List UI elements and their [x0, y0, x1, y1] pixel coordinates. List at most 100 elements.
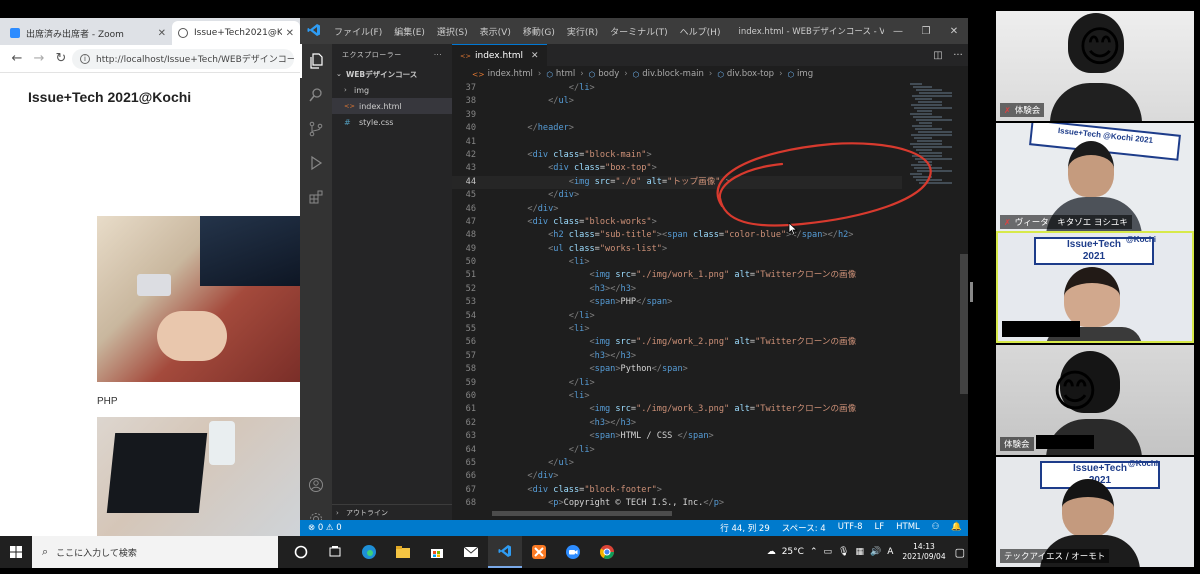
camera-icon[interactable]: ▭ [821, 547, 836, 557]
code-line[interactable]: 55 <li> [452, 323, 902, 336]
zoom-icon[interactable] [556, 536, 590, 568]
breadcrumb-item[interactable]: html [556, 69, 575, 79]
split-editor-icon[interactable]: ◫ [928, 50, 948, 61]
breadcrumb-item[interactable]: div.block-main [642, 69, 704, 79]
mail-icon[interactable] [454, 536, 488, 568]
code-line[interactable]: 59 </li> [452, 377, 902, 390]
editor-tab-index-html[interactable]: <> index.html ✕ [452, 44, 547, 66]
code-line[interactable]: 51 <img src="./img/work_1.png" alt="Twit… [452, 269, 902, 282]
code-line[interactable]: 38 </ul> [452, 95, 902, 108]
menu-edit[interactable]: 編集(E) [388, 25, 431, 38]
microphone-icon[interactable]: 🎙 [835, 547, 852, 557]
forward-arrow-icon[interactable]: → [28, 51, 50, 66]
weather-temp[interactable]: 25°C [779, 547, 807, 557]
vscode-taskbar-icon[interactable] [488, 536, 522, 568]
menu-help[interactable]: ヘルプ(H) [674, 25, 727, 38]
cursor-position[interactable]: 行 44, 列 29 [714, 522, 775, 534]
code-line[interactable]: 66 </div> [452, 470, 902, 483]
code-line[interactable]: 47 <div class="block-works"> [452, 216, 902, 229]
participant-tile[interactable]: Issue+Tech 2021 @Kochi テックアイエス / オーモト [996, 457, 1194, 567]
participant-tile[interactable]: Issue+Tech @Kochi 2021 ✗ ヴィータ キタゾエ ヨシユキ [996, 123, 1194, 233]
code-line[interactable]: 48 <h2 class="sub-title"><span class="co… [452, 229, 902, 242]
code-line[interactable]: 43 <div class="box-top"> [452, 162, 902, 175]
line-ending[interactable]: LF [869, 522, 891, 534]
code-line[interactable]: 64 </li> [452, 444, 902, 457]
horizontal-scrollbar[interactable] [492, 511, 672, 516]
participant-tile[interactable]: 😊 体験会 [996, 345, 1194, 455]
start-button[interactable] [0, 536, 32, 568]
minimize-button[interactable]: — [884, 26, 912, 37]
code-line[interactable]: 60 <li> [452, 390, 902, 403]
info-icon[interactable]: i [80, 53, 90, 64]
source-control-icon[interactable] [300, 112, 332, 146]
close-icon[interactable]: ✕ [531, 51, 539, 61]
close-icon[interactable]: ✕ [282, 28, 294, 39]
code-line[interactable]: 68 <p>Copyright © TECH I.S., Inc.</p> [452, 497, 902, 510]
notification-icon[interactable]: ▢ [952, 546, 968, 559]
taskbar-search[interactable]: ⌕ ここに入力して検索 [32, 536, 278, 568]
menu-run[interactable]: 実行(R) [561, 25, 604, 38]
maximize-button[interactable]: ❐ [912, 26, 940, 37]
volume-icon[interactable]: 🔊 [867, 547, 884, 557]
breadcrumb-item[interactable]: img [797, 69, 813, 79]
participant-tile-active-speaker[interactable]: Issue+Tech 2021 @Kochi [996, 231, 1194, 343]
menu-file[interactable]: ファイル(F) [328, 25, 388, 38]
store-icon[interactable] [420, 536, 454, 568]
breadcrumb-item[interactable]: index.html [488, 69, 533, 79]
language-mode[interactable]: HTML [890, 522, 926, 534]
code-line[interactable]: 53 <span>PHP</span> [452, 296, 902, 309]
indentation[interactable]: スペース: 4 [776, 522, 832, 534]
outline-section[interactable]: › アウトライン [332, 504, 452, 520]
code-line[interactable]: 42 <div class="block-main"> [452, 149, 902, 162]
encoding[interactable]: UTF-8 [832, 522, 869, 534]
browser-tab-zoom[interactable]: 出席済み出席者 - Zoom ✕ [4, 21, 172, 45]
minimap[interactable] [910, 82, 960, 222]
ime-indicator[interactable]: A [884, 547, 896, 557]
code-line[interactable]: 58 <span>Python</span> [452, 363, 902, 376]
code-line[interactable]: 63 <span>HTML / CSS </span> [452, 430, 902, 443]
code-area[interactable]: 37 </li> 38 </ul> 39 40 </header> 41 42 <div … [452, 82, 902, 520]
chevron-up-icon[interactable]: ⌃ [807, 547, 821, 557]
code-line[interactable]: 50 <li> [452, 256, 902, 269]
problems-indicator[interactable]: ⊗ 0 ⚠ 0 [308, 523, 342, 533]
feedback-icon[interactable]: ⚇ [926, 522, 946, 534]
code-line[interactable]: 41 [452, 136, 902, 149]
participant-tile[interactable]: 😊 ✗ 体験会 [996, 11, 1194, 121]
network-icon[interactable]: ▦ [852, 547, 867, 557]
browser-tab-issuetech[interactable]: Issue+Tech2021@Kochi ✕ [172, 21, 300, 45]
workspace-folder[interactable]: ⌄ WEBデザインコース [332, 66, 452, 82]
menu-view[interactable]: 表示(V) [474, 25, 517, 38]
clock[interactable]: 14:13 2021/09/04 [896, 542, 951, 562]
code-line[interactable]: 45 </div> [452, 189, 902, 202]
code-line[interactable]: 67 <div class="block-footer"> [452, 484, 902, 497]
code-line[interactable]: 54 </li> [452, 310, 902, 323]
code-line[interactable]: 49 <ul class="works-list"> [452, 243, 902, 256]
menu-go[interactable]: 移動(G) [517, 25, 561, 38]
chrome-icon[interactable] [590, 536, 624, 568]
close-icon[interactable]: ✕ [154, 28, 166, 39]
xampp-icon[interactable] [522, 536, 556, 568]
account-icon[interactable] [300, 468, 332, 502]
explorer-item-index-html[interactable]: <> index.html [332, 98, 452, 114]
code-line[interactable]: 37 </li> [452, 82, 902, 95]
code-line[interactable]: 46 </div> [452, 203, 902, 216]
close-button[interactable]: ✕ [940, 26, 968, 37]
more-actions-icon[interactable]: ··· [434, 51, 442, 59]
explorer-item-style-css[interactable]: # style.css [332, 114, 452, 130]
weather-icon[interactable]: ☁ [764, 547, 779, 557]
code-line[interactable]: 56 <img src="./img/work_2.png" alt="Twit… [452, 336, 902, 349]
menu-selection[interactable]: 選択(S) [431, 25, 474, 38]
breadcrumb-item[interactable]: body [598, 69, 619, 79]
edge-icon[interactable] [352, 536, 386, 568]
code-line[interactable]: 61 <img src="./img/work_3.png" alt="Twit… [452, 403, 902, 416]
run-debug-icon[interactable] [300, 146, 332, 180]
code-line[interactable]: 57 <h3></h3> [452, 350, 902, 363]
code-line[interactable]: 62 <h3></h3> [452, 417, 902, 430]
search-icon[interactable] [300, 78, 332, 112]
explorer-item-img[interactable]: › img [332, 82, 452, 98]
code-line[interactable]: 39 [452, 109, 902, 122]
explorer-icon[interactable] [300, 44, 332, 78]
back-arrow-icon[interactable]: ← [6, 51, 28, 66]
bell-icon[interactable]: 🔔 [945, 522, 968, 534]
cortana-icon[interactable] [284, 536, 318, 568]
